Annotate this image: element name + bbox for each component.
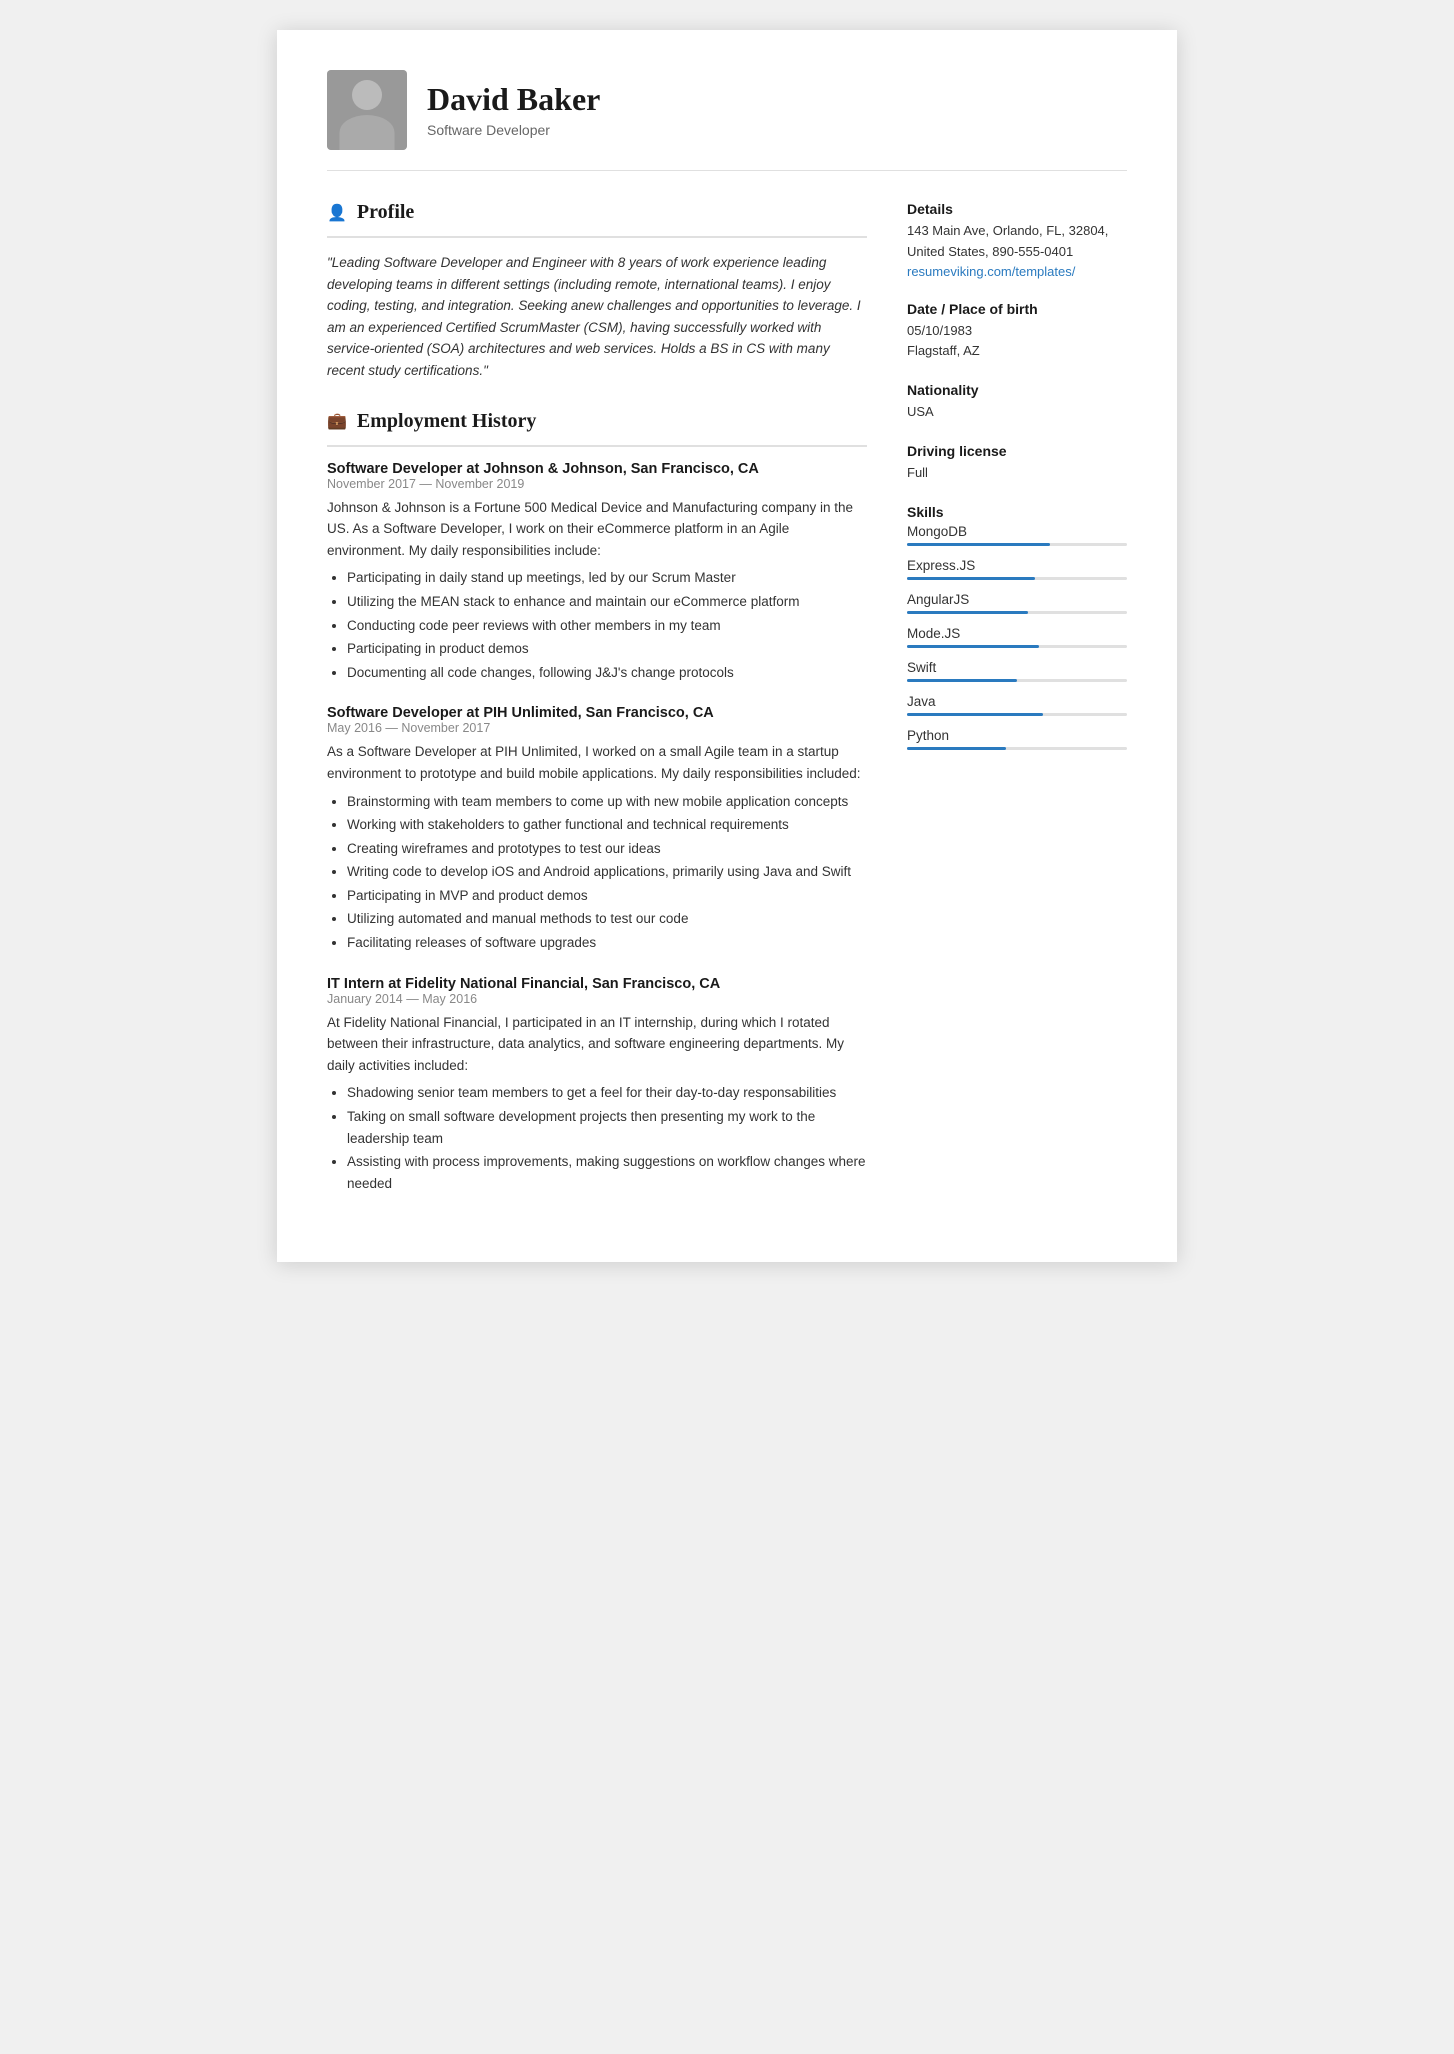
job-bullet-item: Working with stakeholders to gather func…: [347, 814, 867, 836]
job-item: IT Intern at Fidelity National Financial…: [327, 976, 867, 1195]
job-description: Johnson & Johnson is a Fortune 500 Medic…: [327, 497, 867, 562]
address-line1: 143 Main Ave, Orlando, FL, 32804,: [907, 221, 1127, 242]
skill-name: Java: [907, 694, 1127, 709]
skills-section: Skills MongoDB Express.JS AngularJS Mode.JS…: [907, 504, 1127, 750]
job-description: As a Software Developer at PIH Unlimited…: [327, 741, 867, 784]
skill-bar-bg: [907, 543, 1127, 546]
skill-bar-bg: [907, 645, 1127, 648]
skill-item: Mode.JS: [907, 626, 1127, 648]
job-bullet-item: Utilizing automated and manual methods t…: [347, 908, 867, 930]
skill-bar-fill: [907, 713, 1043, 716]
skill-item: AngularJS: [907, 592, 1127, 614]
avatar: [327, 70, 407, 150]
skill-bar-fill: [907, 577, 1035, 580]
skill-item: Java: [907, 694, 1127, 716]
job-title: IT Intern at Fidelity National Financial…: [327, 976, 867, 992]
driving-value: Full: [907, 463, 1127, 484]
employment-section: 💼 Employment History Software Developer …: [327, 410, 867, 1195]
profile-section-title: 👤 Profile: [327, 201, 867, 224]
job-bullet-item: Facilitating releases of software upgrad…: [347, 932, 867, 954]
nationality-section: Nationality USA: [907, 382, 1127, 423]
candidate-name: David Baker: [427, 82, 600, 117]
job-bullet-item: Assisting with process improvements, mak…: [347, 1151, 867, 1194]
left-column: 👤 Profile "Leading Software Developer an…: [327, 201, 867, 1222]
skill-item: Express.JS: [907, 558, 1127, 580]
job-bullet-item: Brainstorming with team members to come …: [347, 791, 867, 813]
skill-name: AngularJS: [907, 592, 1127, 607]
dob-value: 05/10/1983: [907, 321, 1127, 342]
employment-section-title: 💼 Employment History: [327, 410, 867, 433]
job-title: Software Developer at Johnson & Johnson,…: [327, 461, 867, 477]
dob-section: Date / Place of birth 05/10/1983 Flagsta…: [907, 301, 1127, 363]
job-bullet-item: Participating in daily stand up meetings…: [347, 567, 867, 589]
nationality-value: USA: [907, 402, 1127, 423]
job-title: Software Developer at PIH Unlimited, San…: [327, 705, 867, 721]
skill-bar-fill: [907, 645, 1039, 648]
skill-name: Mode.JS: [907, 626, 1127, 641]
driving-section: Driving license Full: [907, 443, 1127, 484]
driving-label: Driving license: [907, 443, 1127, 459]
skill-name: MongoDB: [907, 524, 1127, 539]
skill-bar-bg: [907, 577, 1127, 580]
profile-divider: [327, 236, 867, 238]
job-bullets: Participating in daily stand up meetings…: [327, 567, 867, 683]
job-bullet-item: Participating in product demos: [347, 638, 867, 660]
job-item: Software Developer at Johnson & Johnson,…: [327, 461, 867, 684]
main-content: 👤 Profile "Leading Software Developer an…: [327, 201, 1127, 1222]
jobs-container: Software Developer at Johnson & Johnson,…: [327, 461, 867, 1195]
job-dates: May 2016 — November 2017: [327, 721, 867, 735]
resume-page: David Baker Software Developer 👤 Profile…: [277, 30, 1177, 1262]
header: David Baker Software Developer: [327, 70, 1127, 171]
skill-bar-fill: [907, 679, 1017, 682]
skill-item: MongoDB: [907, 524, 1127, 546]
skill-bar-fill: [907, 543, 1050, 546]
profile-icon: 👤: [327, 203, 347, 223]
job-dates: November 2017 — November 2019: [327, 477, 867, 491]
skills-title: Skills: [907, 504, 1127, 520]
skill-name: Express.JS: [907, 558, 1127, 573]
dob-label: Date / Place of birth: [907, 301, 1127, 317]
profile-text: "Leading Software Developer and Engineer…: [327, 252, 867, 382]
skill-name: Swift: [907, 660, 1127, 675]
job-bullets: Shadowing senior team members to get a f…: [327, 1082, 867, 1194]
skill-bar-bg: [907, 747, 1127, 750]
skill-bar-bg: [907, 679, 1127, 682]
job-bullet-item: Writing code to develop iOS and Android …: [347, 861, 867, 883]
job-bullet-item: Creating wireframes and prototypes to te…: [347, 838, 867, 860]
skill-bar-fill: [907, 611, 1028, 614]
address-line2: United States, 890-555-0401: [907, 242, 1127, 263]
website-link[interactable]: resumeviking.com/templates/: [907, 264, 1075, 279]
skill-bar-bg: [907, 713, 1127, 716]
profile-section: 👤 Profile "Leading Software Developer an…: [327, 201, 867, 382]
briefcase-icon: 💼: [327, 411, 347, 431]
details-title: Details: [907, 201, 1127, 217]
job-bullet-item: Shadowing senior team members to get a f…: [347, 1082, 867, 1104]
candidate-title: Software Developer: [427, 122, 600, 138]
nationality-label: Nationality: [907, 382, 1127, 398]
pob-value: Flagstaff, AZ: [907, 341, 1127, 362]
job-item: Software Developer at PIH Unlimited, San…: [327, 705, 867, 953]
skill-name: Python: [907, 728, 1127, 743]
job-dates: January 2014 — May 2016: [327, 992, 867, 1006]
right-column: Details 143 Main Ave, Orlando, FL, 32804…: [907, 201, 1127, 1222]
job-bullet-item: Documenting all code changes, following …: [347, 662, 867, 684]
skill-item: Swift: [907, 660, 1127, 682]
skill-item: Python: [907, 728, 1127, 750]
employment-divider: [327, 445, 867, 447]
header-info: David Baker Software Developer: [427, 82, 600, 137]
skills-container: MongoDB Express.JS AngularJS Mode.JS Swift Ja…: [907, 524, 1127, 750]
job-bullet-item: Utilizing the MEAN stack to enhance and …: [347, 591, 867, 613]
job-bullet-item: Participating in MVP and product demos: [347, 885, 867, 907]
job-bullet-item: Taking on small software development pro…: [347, 1106, 867, 1149]
job-description: At Fidelity National Financial, I partic…: [327, 1012, 867, 1077]
skill-bar-fill: [907, 747, 1006, 750]
job-bullets: Brainstorming with team members to come …: [327, 791, 867, 954]
job-bullet-item: Conducting code peer reviews with other …: [347, 615, 867, 637]
details-section: Details 143 Main Ave, Orlando, FL, 32804…: [907, 201, 1127, 281]
skill-bar-bg: [907, 611, 1127, 614]
